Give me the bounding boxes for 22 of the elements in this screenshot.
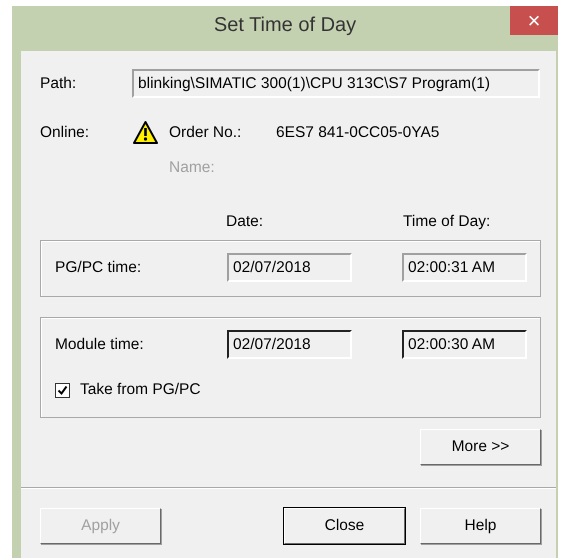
name-label: Name: [169,159,215,177]
close-button[interactable]: Close [284,508,405,544]
order-number: 6ES7 841-0CC05-0YA5 [276,124,440,142]
warning-icon [132,120,159,145]
more-button[interactable]: More >> [420,429,541,465]
time-field[interactable]: 02:00:30 AM [402,330,527,359]
close-button[interactable]: × [510,6,558,35]
column-header: Time of Day: [403,213,490,231]
checkbox[interactable] [55,382,70,398]
path-field[interactable]: blinking\SIMATIC 300(1)\CPU 313C\S7 Program(1) [132,69,540,98]
order-label: Order No.: [169,124,242,142]
path-label: Path: [40,74,78,92]
window-title: Set Time of Day [214,14,356,37]
help-button[interactable]: Help [420,508,541,544]
time-label: PG/PC time: [55,258,142,276]
date-field[interactable]: 02/07/2018 [227,330,352,359]
time-label: Module time: [55,336,145,354]
date-field[interactable]: 02/07/2018 [227,253,352,282]
checkbox-label: Take from PG/PC [80,381,201,399]
online-label: Online: [40,124,90,142]
column-header: Date: [226,213,264,231]
time-field[interactable]: 02:00:31 AM [402,253,527,282]
